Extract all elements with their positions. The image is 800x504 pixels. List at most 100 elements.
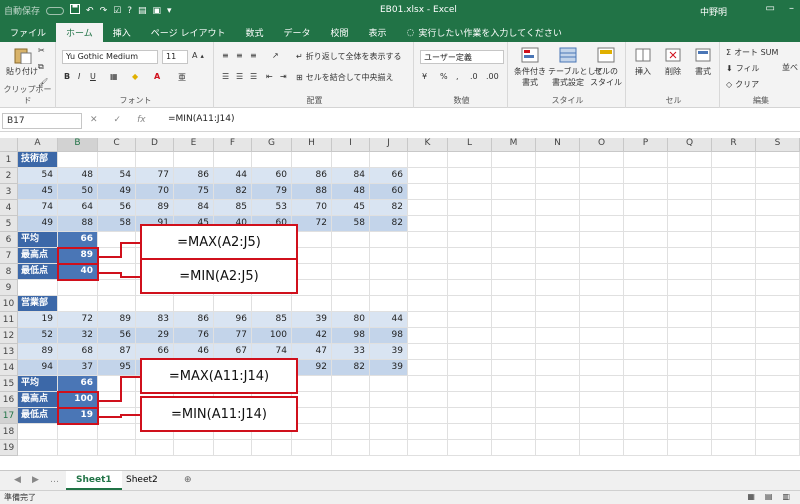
cell-s2[interactable] xyxy=(756,168,800,184)
cell-l16[interactable] xyxy=(448,392,492,408)
camera-icon[interactable]: ▣ xyxy=(152,6,161,16)
tell-me-box[interactable]: ◌ 実行したい作業を入力してください xyxy=(397,23,572,42)
column-header-p[interactable]: P xyxy=(624,138,668,152)
cell-q5[interactable] xyxy=(668,216,712,232)
cell-r5[interactable] xyxy=(712,216,756,232)
cell-g4[interactable]: 53 xyxy=(252,200,292,216)
cell-g3[interactable]: 79 xyxy=(252,184,292,200)
cell-f1[interactable] xyxy=(214,152,252,168)
cell-c15[interactable] xyxy=(98,376,136,392)
wrap-text-button[interactable]: ↵ 折り返して全体を表示する xyxy=(296,51,401,62)
cell-o7[interactable] xyxy=(580,248,624,264)
column-header-h[interactable]: H xyxy=(292,138,332,152)
cell-p17[interactable] xyxy=(624,408,668,424)
tab-data[interactable]: データ xyxy=(273,23,320,42)
cell-c10[interactable] xyxy=(98,296,136,312)
row-header-10[interactable]: 10 xyxy=(0,296,18,312)
cell-o14[interactable] xyxy=(580,360,624,376)
cell-j14[interactable]: 39 xyxy=(370,360,408,376)
cell-k8[interactable] xyxy=(408,264,448,280)
borders-icon[interactable]: ▦ xyxy=(110,72,118,81)
orientation-icon[interactable]: ↗ xyxy=(272,51,279,60)
cell-n15[interactable] xyxy=(536,376,580,392)
cell-s14[interactable] xyxy=(756,360,800,376)
cell-l5[interactable] xyxy=(448,216,492,232)
cell-m12[interactable] xyxy=(492,328,536,344)
cell-m15[interactable] xyxy=(492,376,536,392)
cell-s7[interactable] xyxy=(756,248,800,264)
cell-g12[interactable]: 100 xyxy=(252,328,292,344)
cell-n7[interactable] xyxy=(536,248,580,264)
cell-r8[interactable] xyxy=(712,264,756,280)
cell-d3[interactable]: 70 xyxy=(136,184,174,200)
cell-i15[interactable] xyxy=(332,376,370,392)
cell-p11[interactable] xyxy=(624,312,668,328)
cut-icon[interactable]: ✂ xyxy=(38,46,45,55)
cell-o19[interactable] xyxy=(580,440,624,456)
cell-m19[interactable] xyxy=(492,440,536,456)
cell-k6[interactable] xyxy=(408,232,448,248)
cell-e11[interactable]: 86 xyxy=(174,312,214,328)
cell-f11[interactable]: 96 xyxy=(214,312,252,328)
cell-m6[interactable] xyxy=(492,232,536,248)
cell-a4[interactable]: 74 xyxy=(18,200,58,216)
fill-button[interactable]: ⬇ フィル xyxy=(726,63,760,74)
cell-j6[interactable] xyxy=(370,232,408,248)
column-header-m[interactable]: M xyxy=(492,138,536,152)
cell-q2[interactable] xyxy=(668,168,712,184)
cell-q10[interactable] xyxy=(668,296,712,312)
cell-m16[interactable] xyxy=(492,392,536,408)
ribbon-display-icon[interactable]: ▭ xyxy=(766,3,775,14)
cell-p6[interactable] xyxy=(624,232,668,248)
cell-h16[interactable] xyxy=(292,392,332,408)
cell-m10[interactable] xyxy=(492,296,536,312)
tab-review[interactable]: 校閲 xyxy=(320,23,358,42)
cell-r9[interactable] xyxy=(712,280,756,296)
column-header-r[interactable]: R xyxy=(712,138,756,152)
cell-d12[interactable]: 29 xyxy=(136,328,174,344)
cell-s6[interactable] xyxy=(756,232,800,248)
cell-r15[interactable] xyxy=(712,376,756,392)
cell-s11[interactable] xyxy=(756,312,800,328)
cell-c6[interactable] xyxy=(98,232,136,248)
cell-o17[interactable] xyxy=(580,408,624,424)
cell-a19[interactable] xyxy=(18,440,58,456)
cell-h4[interactable]: 70 xyxy=(292,200,332,216)
cell-h6[interactable] xyxy=(292,232,332,248)
cell-k9[interactable] xyxy=(408,280,448,296)
cell-c4[interactable]: 56 xyxy=(98,200,136,216)
row-header-13[interactable]: 13 xyxy=(0,344,18,360)
cell-i13[interactable]: 33 xyxy=(332,344,370,360)
cell-n17[interactable] xyxy=(536,408,580,424)
cell-s10[interactable] xyxy=(756,296,800,312)
cell-f3[interactable]: 82 xyxy=(214,184,252,200)
cell-b18[interactable] xyxy=(58,424,98,440)
cell-h18[interactable] xyxy=(292,424,332,440)
cell-o6[interactable] xyxy=(580,232,624,248)
cell-g1[interactable] xyxy=(252,152,292,168)
cell-l4[interactable] xyxy=(448,200,492,216)
cell-q18[interactable] xyxy=(668,424,712,440)
cell-b19[interactable] xyxy=(58,440,98,456)
cell-q19[interactable] xyxy=(668,440,712,456)
cell-p19[interactable] xyxy=(624,440,668,456)
cell-g10[interactable] xyxy=(252,296,292,312)
cell-b9[interactable] xyxy=(58,280,98,296)
cell-l18[interactable] xyxy=(448,424,492,440)
cell-s9[interactable] xyxy=(756,280,800,296)
sheet-tab-sheet2[interactable]: Sheet2 xyxy=(116,471,168,490)
increase-decimal-icon[interactable]: .0 xyxy=(470,72,478,81)
cell-h8[interactable] xyxy=(292,264,332,280)
tab-insert[interactable]: 挿入 xyxy=(103,23,141,42)
sort-filter-button[interactable]: 並べ xyxy=(782,62,798,73)
redo-icon[interactable]: ↷ xyxy=(100,6,108,16)
cell-i5[interactable]: 58 xyxy=(332,216,370,232)
cell-j11[interactable]: 44 xyxy=(370,312,408,328)
cell-q9[interactable] xyxy=(668,280,712,296)
cell-q14[interactable] xyxy=(668,360,712,376)
cell-p9[interactable] xyxy=(624,280,668,296)
row-header-19[interactable]: 19 xyxy=(0,440,18,456)
cell-q15[interactable] xyxy=(668,376,712,392)
cell-p12[interactable] xyxy=(624,328,668,344)
cell-k12[interactable] xyxy=(408,328,448,344)
